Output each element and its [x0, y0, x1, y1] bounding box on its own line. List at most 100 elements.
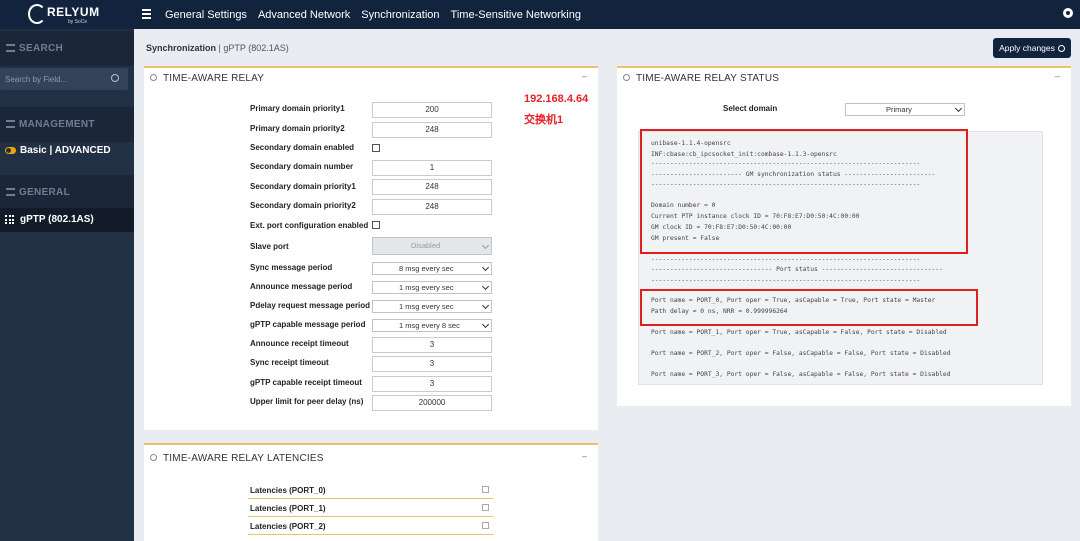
domain-select[interactable]: Primary	[845, 103, 965, 116]
secondary-domain-number-input[interactable]: 1	[372, 160, 492, 176]
annotation-ip: 192.168.4.64	[524, 93, 589, 105]
chevron-down-icon	[481, 320, 490, 329]
secondary-domain-enabled-checkbox[interactable]	[372, 144, 380, 152]
sidebar-item-gptp[interactable]: gPTP (802.1AS)	[0, 208, 134, 232]
field-label: Announce receipt timeout	[250, 339, 349, 348]
field-label: gPTP capable message period	[250, 320, 366, 329]
mode-advanced[interactable]: ADVANCED	[55, 145, 111, 156]
mode-toggle[interactable]: Basic | ADVANCED	[0, 139, 134, 163]
sidebar-section-general: GENERAL	[0, 175, 134, 210]
select-value: 1 msg every 8 sec	[399, 321, 460, 330]
field-label: Upper limit for peer delay (ns)	[250, 397, 364, 406]
collapse-icon[interactable]: –	[582, 71, 587, 81]
panel-title: TIME-AWARE RELAY LATENCIES	[163, 453, 324, 464]
relyum-logo[interactable]: RELYUM by SoCe	[28, 4, 100, 28]
breadcrumb-section[interactable]: Synchronization	[146, 43, 216, 53]
gear-circle-icon	[150, 454, 157, 461]
peer-delay-limit-input[interactable]: 200000	[372, 395, 492, 411]
sidebar-section-management: MANAGEMENT	[0, 107, 134, 142]
grid-head-icon	[6, 188, 15, 196]
latency-row-port0[interactable]: Latencies (PORT_0)	[248, 482, 493, 499]
collapse-icon[interactable]: –	[582, 451, 587, 461]
select-value: 1 msg every sec	[399, 302, 454, 311]
gear-icon[interactable]	[1063, 8, 1073, 18]
expand-icon[interactable]	[482, 504, 489, 511]
field-label: gPTP capable receipt timeout	[250, 378, 362, 387]
sync-period-select[interactable]: 8 msg every sec	[372, 262, 492, 275]
search-icon[interactable]	[111, 74, 119, 82]
logo-mark-icon	[28, 4, 46, 24]
status-line: Port name = PORT_2, Port oper = False, a…	[651, 350, 951, 357]
logo-text: RELYUM	[47, 5, 100, 19]
toggle-icon[interactable]	[5, 147, 16, 154]
gptp-capable-period-select[interactable]: 1 msg every 8 sec	[372, 319, 492, 332]
gear-circle-icon	[150, 74, 157, 81]
select-value: Primary	[886, 105, 912, 114]
chevron-down-icon	[481, 301, 490, 310]
status-line: Port name = PORT_3, Port oper = False, a…	[651, 371, 951, 378]
filter-icon	[6, 120, 15, 128]
latency-row-port1[interactable]: Latencies (PORT_1)	[248, 500, 493, 517]
chevron-down-icon	[481, 282, 490, 291]
primary-priority2-input[interactable]: 248	[372, 122, 492, 138]
hamburger-icon[interactable]	[142, 7, 151, 21]
nav-advanced-network[interactable]: Advanced Network	[258, 9, 350, 21]
highlight-box-port0	[640, 289, 978, 326]
select-domain-label: Select domain	[723, 104, 778, 113]
announce-period-select[interactable]: 1 msg every sec	[372, 281, 492, 294]
field-label: Sync receipt timeout	[250, 358, 329, 367]
latency-label: Latencies (PORT_0)	[250, 486, 326, 495]
sidebar-head-general: GENERAL	[19, 187, 70, 198]
nav-general-settings[interactable]: General Settings	[165, 9, 247, 21]
sidebar-head-management: MANAGEMENT	[19, 119, 95, 130]
top-nav: General Settings Advanced Network Synchr…	[165, 0, 592, 29]
sync-receipt-timeout-input[interactable]: 3	[372, 356, 492, 372]
primary-priority1-input[interactable]: 200	[372, 102, 492, 118]
mode-basic[interactable]: Basic	[20, 145, 47, 156]
secondary-priority1-input[interactable]: 248	[372, 179, 492, 195]
select-value: 8 msg every sec	[399, 264, 454, 273]
highlight-box-gm-status	[640, 129, 968, 254]
expand-icon[interactable]	[482, 522, 489, 529]
secondary-priority2-input[interactable]: 248	[372, 199, 492, 215]
panel-title: TIME-AWARE RELAY	[163, 73, 265, 84]
logo-subtitle: by SoCe	[68, 19, 88, 25]
status-line: ----------------------------------------…	[651, 277, 921, 284]
top-bar: RELYUM by SoCe General Settings Advanced…	[0, 0, 1080, 29]
mode-separator: |	[46, 145, 55, 156]
latency-label: Latencies (PORT_2)	[250, 522, 326, 531]
nav-synchronization[interactable]: Synchronization	[361, 9, 439, 21]
announce-receipt-timeout-input[interactable]: 3	[372, 337, 492, 353]
apply-changes-button[interactable]: Apply changes	[993, 38, 1071, 58]
collapse-icon[interactable]: –	[1055, 71, 1060, 81]
grid-icon	[5, 215, 14, 224]
field-label: Sync message period	[250, 263, 333, 272]
status-line: -------------------------------- Port st…	[651, 266, 943, 273]
latency-label: Latencies (PORT_1)	[250, 504, 326, 513]
slave-port-select: Disabled	[372, 237, 492, 255]
field-label: Primary domain priority1	[250, 104, 345, 113]
field-label: Secondary domain priority2	[250, 201, 356, 210]
select-value: Disabled	[411, 241, 441, 250]
pdelay-period-select[interactable]: 1 msg every sec	[372, 300, 492, 313]
nav-time-sensitive-networking[interactable]: Time-Sensitive Networking	[451, 9, 581, 21]
field-label: Secondary domain number	[250, 162, 354, 171]
field-label: Slave port	[250, 242, 289, 251]
apply-changes-label: Apply changes	[999, 43, 1055, 53]
latency-row-port2[interactable]: Latencies (PORT_2)	[248, 518, 493, 535]
search-input[interactable]	[5, 72, 101, 86]
field-label: Announce message period	[250, 282, 353, 291]
panel-title: TIME-AWARE RELAY STATUS	[636, 73, 780, 84]
sidebar-section-search: SEARCH	[0, 31, 134, 66]
select-value: 1 msg every sec	[399, 283, 454, 292]
gptp-capable-receipt-timeout-input[interactable]: 3	[372, 376, 492, 392]
chevron-down-icon	[481, 263, 490, 272]
check-circle-icon	[1057, 45, 1065, 52]
annotation-name: 交换机1	[524, 114, 564, 126]
sidebar: SEARCH MANAGEMENT Basic | ADVANCED GENER…	[0, 29, 134, 541]
ext-port-config-checkbox[interactable]	[372, 221, 380, 229]
field-label: Ext. port configuration enabled	[250, 221, 369, 230]
gear-circle-icon	[623, 74, 630, 81]
expand-icon[interactable]	[482, 486, 489, 493]
breadcrumb-page: gPTP (802.1AS)	[223, 43, 289, 53]
